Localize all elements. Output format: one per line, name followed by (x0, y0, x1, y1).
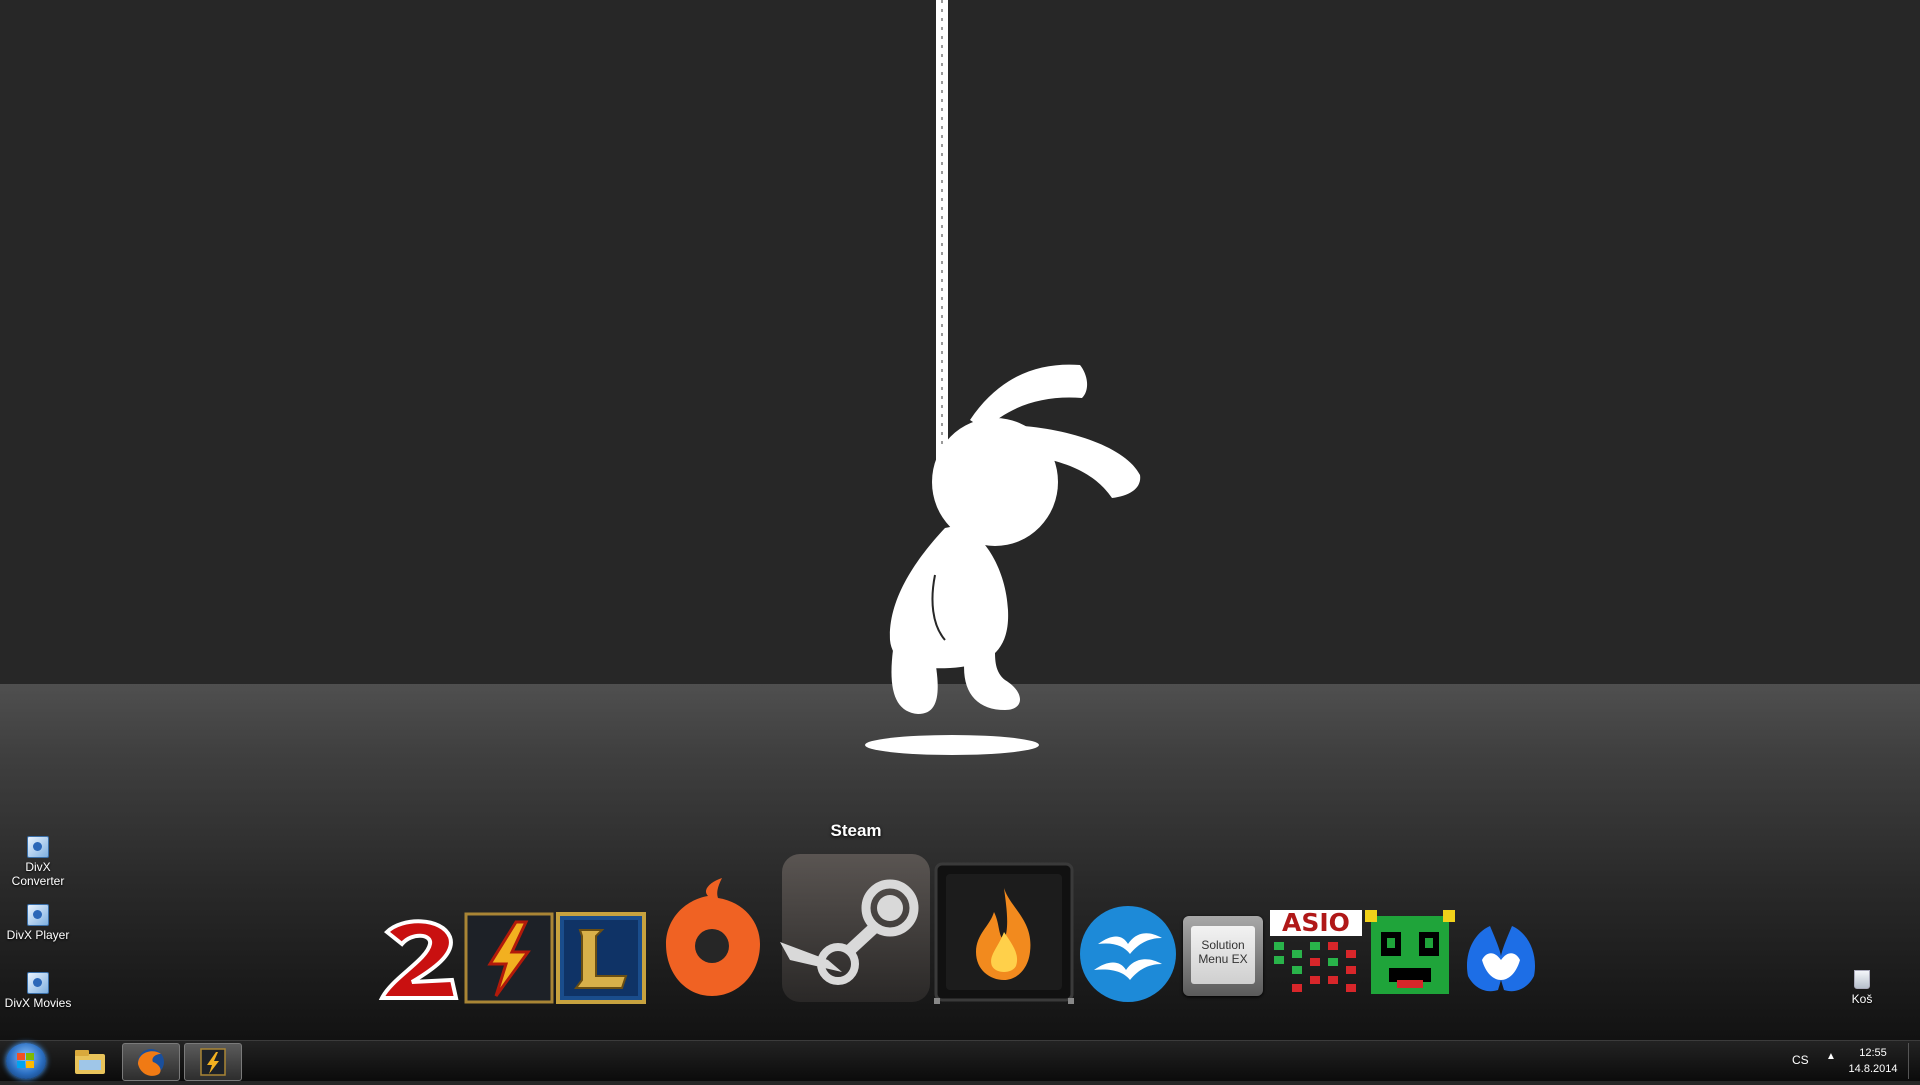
dock-item-flame-app[interactable] (934, 862, 1074, 1004)
clock-date: 14.8.2014 (1848, 1063, 1898, 1075)
divx-movies-icon (27, 972, 49, 994)
taskbar: CS ▲ 12:55 14.8.2014 (0, 1040, 1920, 1081)
solution-menu-ex-icon: Solution Menu EX (1183, 916, 1263, 996)
taskbar-clock[interactable]: 12:55 14.8.2014 (1840, 1045, 1906, 1077)
asio-label: ASIO (1270, 910, 1362, 936)
league-of-legends-icon (556, 912, 646, 1004)
clock-time: 12:55 (1859, 1047, 1887, 1059)
dock-hover-label: Steam (830, 821, 882, 840)
flame-app-icon (934, 862, 1074, 1004)
origin-icon (666, 878, 760, 996)
show-desktop-button[interactable] (1908, 1043, 1919, 1079)
dock-item-guild-wars-2[interactable] (372, 912, 462, 1004)
windows-explorer-icon (75, 1050, 105, 1074)
dock-item-origin[interactable] (662, 872, 766, 1004)
solution-menu-ex-line1: Solution (1201, 938, 1245, 952)
language-indicator[interactable]: CS (1792, 1053, 1809, 1067)
lol-launcher-icon (200, 1048, 226, 1076)
desktop-icon-label: DivX Player (6, 928, 70, 942)
solution-menu-ex-line2: Menu EX (1198, 952, 1248, 966)
dock-item-lol-launcher[interactable] (464, 912, 554, 1004)
taskbar-lol-launcher[interactable] (184, 1043, 242, 1081)
dock-item-pixel-creature[interactable] (1365, 910, 1455, 1002)
recycle-bin-icon (1854, 970, 1870, 989)
firefox-icon (138, 1049, 164, 1076)
taskbar-firefox[interactable] (122, 1043, 180, 1081)
dock-item-asio[interactable]: ASIO (1270, 910, 1362, 1002)
malwarebytes-icon (1466, 926, 1536, 992)
asio-icon: ASIO (1270, 910, 1362, 1002)
windows-logo-icon (17, 1053, 34, 1068)
dock-item-malwarebytes[interactable] (1460, 916, 1542, 998)
desktop-icon-label: DivX Converter (11, 860, 65, 888)
dock-item-solution-menu-ex[interactable]: Solution Menu EX (1183, 916, 1263, 996)
pixel-creature-icon (1365, 910, 1455, 994)
start-button[interactable] (6, 1043, 46, 1079)
show-hidden-icons-arrow-icon[interactable]: ▲ (1826, 1051, 1836, 1062)
openoffice-icon (1080, 906, 1176, 1002)
recycle-bin-label: Koš (1851, 992, 1873, 1006)
guild-wars-2-icon (378, 919, 459, 1000)
dock-item-league-of-legends[interactable] (556, 912, 646, 1004)
desktop-icon-divx-player[interactable]: DivX Player (0, 904, 76, 942)
desktop-icon-label: DivX Movies (4, 996, 72, 1010)
dock-item-openoffice[interactable] (1078, 904, 1178, 1004)
steam-icon (780, 854, 930, 1002)
desktop-icon-recycle-bin[interactable]: Koš (1832, 970, 1892, 1006)
desktop-icon-divx-movies[interactable]: DivX Movies (0, 972, 76, 1010)
lol-launcher-icon (464, 912, 554, 1004)
divx-converter-icon (27, 836, 49, 858)
divx-player-icon (27, 904, 49, 926)
taskbar-windows-explorer[interactable] (60, 1043, 118, 1081)
desktop-icon-divx-converter[interactable]: DivX Converter (0, 836, 76, 888)
dock-item-steam[interactable] (780, 852, 932, 1004)
